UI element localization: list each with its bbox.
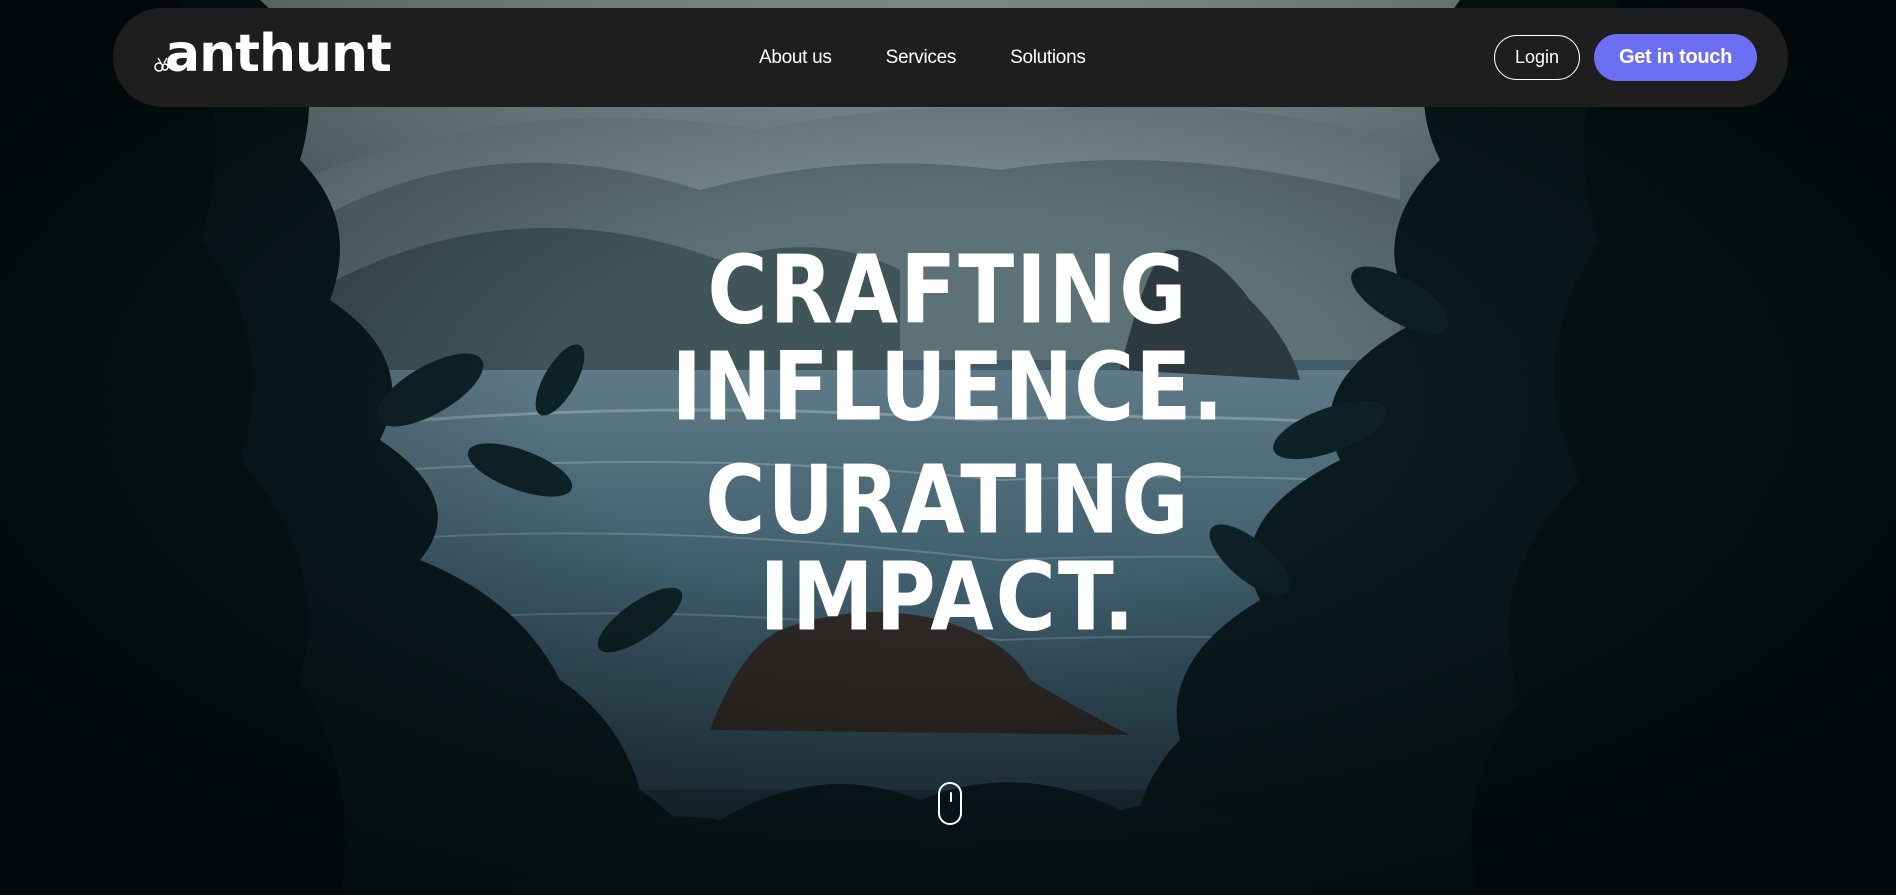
hero-line-crafting: Crafting bbox=[707, 236, 1189, 346]
ant-icon bbox=[153, 44, 173, 84]
brand-logo[interactable]: anthunt bbox=[153, 24, 392, 84]
nav-link-solutions[interactable]: Solutions bbox=[1010, 47, 1086, 69]
hero-line-influence: Influence. bbox=[671, 333, 1225, 443]
navbar: anthunt About us Services Solutions Logi… bbox=[113, 8, 1788, 107]
nav-link-services[interactable]: Services bbox=[886, 47, 957, 69]
hero-headline-crafting-influence: Crafting Influence. bbox=[0, 243, 1896, 436]
nav-link-about-us[interactable]: About us bbox=[759, 47, 832, 69]
brand-name: anthunt bbox=[165, 24, 392, 84]
scroll-wheel bbox=[950, 792, 952, 802]
get-in-touch-button[interactable]: Get in touch bbox=[1594, 34, 1757, 81]
hero-headline-curating-impact: Curating Impact. bbox=[0, 453, 1896, 646]
page: anthunt About us Services Solutions Logi… bbox=[0, 0, 1896, 895]
hero-line-curating: Curating bbox=[705, 446, 1191, 556]
hero-line-impact: Impact. bbox=[759, 543, 1137, 653]
login-button[interactable]: Login bbox=[1494, 35, 1580, 80]
nav-links: About us Services Solutions bbox=[759, 8, 1086, 107]
mouse-scroll-icon[interactable] bbox=[938, 782, 962, 825]
